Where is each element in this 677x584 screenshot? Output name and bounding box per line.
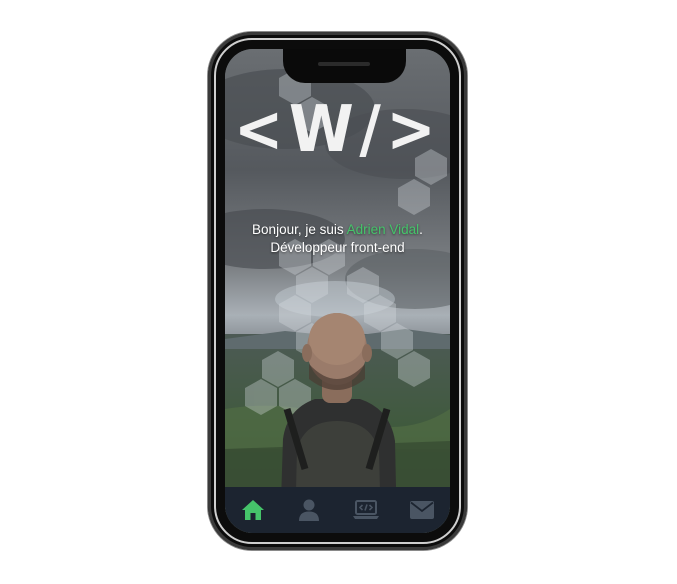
intro-text: Bonjour, je suis Adrien Vidal. Développe…: [225, 221, 450, 257]
nav-item-projects[interactable]: [346, 490, 386, 530]
user-icon: [299, 499, 320, 521]
role-text: Développeur front-end: [270, 240, 405, 255]
intro-line-1: Bonjour, je suis Adrien Vidal.: [225, 221, 450, 239]
speaker-grille: [318, 62, 370, 66]
name-text: Adrien Vidal: [346, 222, 420, 237]
laptop-code-icon: [352, 500, 379, 519]
site-logo[interactable]: <W/>: [225, 91, 450, 169]
home-icon: [242, 500, 265, 520]
greeting-text: Bonjour, je suis: [252, 222, 347, 237]
period-text: .: [419, 222, 423, 237]
nav-item-contact[interactable]: [402, 490, 442, 530]
phone-frame: <W/> Bonjour, je suis Adrien Vidal. Déve…: [208, 32, 467, 550]
nav-item-about[interactable]: [289, 490, 329, 530]
phone-screen: <W/> Bonjour, je suis Adrien Vidal. Déve…: [225, 49, 450, 533]
logo-text: <W/>: [234, 93, 442, 167]
envelope-icon: [409, 501, 434, 519]
nav-item-home[interactable]: [233, 490, 273, 530]
phone-notch: [283, 49, 406, 83]
bottom-nav: [225, 487, 450, 533]
